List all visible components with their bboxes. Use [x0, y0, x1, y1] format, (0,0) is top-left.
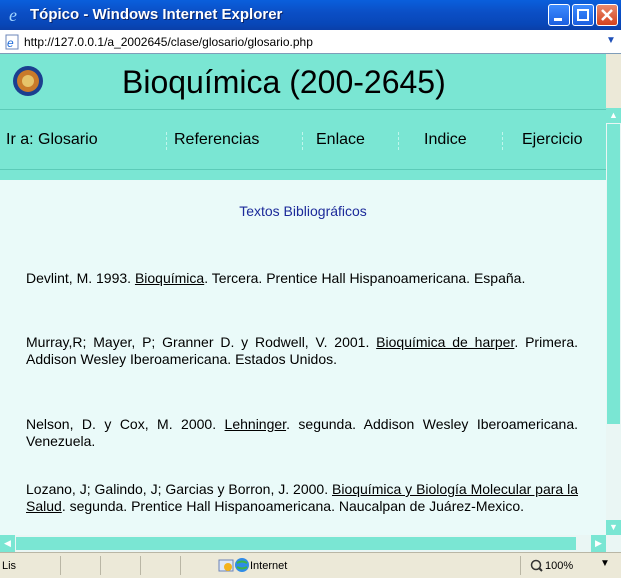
zoom-level[interactable]: 100% — [545, 560, 573, 572]
maximize-button[interactable] — [572, 4, 594, 26]
nav-separator — [398, 132, 399, 150]
status-divider — [100, 556, 101, 575]
nav-separator — [502, 132, 503, 150]
nav-subband — [0, 169, 606, 180]
horizontal-scroll-thumb[interactable] — [16, 537, 576, 550]
reference-link[interactable]: Bioquímica de harper — [376, 334, 514, 350]
horizontal-scrollbar[interactable]: ◀ ▶ — [0, 535, 606, 552]
reference-link[interactable]: Lehninger — [225, 416, 287, 432]
nav-enlace[interactable]: Enlace — [316, 131, 365, 149]
nav-separator — [166, 132, 167, 150]
reference-item: Nelson, D. y Cox, M. 2000. Lehninger. se… — [26, 416, 578, 450]
university-seal-icon — [13, 66, 43, 96]
zoom-icon[interactable] — [530, 559, 543, 572]
vertical-scrollbar[interactable]: ▲ ▼ — [606, 108, 621, 552]
status-divider — [180, 556, 181, 575]
minimize-button[interactable] — [548, 4, 570, 26]
close-icon — [601, 9, 613, 21]
page-content: Bioquímica (200-2645) Ir a: Glosario Ref… — [0, 54, 606, 552]
site-header: Bioquímica (200-2645) — [0, 54, 606, 109]
address-bar[interactable]: e http://127.0.0.1/a_2002645/clase/glosa… — [0, 30, 621, 54]
nav-glosario[interactable]: Ir a: Glosario — [6, 131, 98, 149]
security-zone: Internet — [250, 560, 288, 572]
svg-text:e: e — [9, 6, 17, 24]
zoom-dropdown-icon[interactable]: ▼ — [600, 558, 610, 569]
section-title: Textos Bibliográficos — [239, 203, 367, 219]
reference-text: Devlint, M. 1993. — [26, 270, 135, 286]
status-text: Lis — [2, 560, 17, 572]
nav-referencias[interactable]: Referencias — [174, 131, 259, 149]
minimize-icon — [554, 18, 562, 21]
nav-separator — [302, 132, 303, 150]
security-icon[interactable] — [218, 557, 234, 573]
reference-item: Murray,R; Mayer, P; Granner D. y Rodwell… — [26, 334, 578, 368]
reference-text: Nelson, D. y Cox, M. 2000. — [26, 416, 225, 432]
scroll-right-icon[interactable]: ▶ — [591, 535, 606, 552]
vertical-scroll-thumb[interactable] — [607, 124, 620, 424]
status-divider — [520, 556, 521, 575]
reference-item: Devlint, M. 1993. Bioquímica. Tercera. P… — [26, 270, 578, 287]
maximize-icon — [577, 9, 589, 21]
site-title: Bioquímica (200-2645) — [122, 64, 446, 100]
scroll-left-icon[interactable]: ◀ — [0, 535, 15, 552]
address-url[interactable]: http://127.0.0.1/a_2002645/clase/glosari… — [24, 35, 313, 49]
close-button[interactable] — [596, 4, 618, 26]
reference-text: . segunda. Prentice Hall Hispanoamerican… — [61, 498, 525, 514]
status-bar: Lis Internet 100% ▼ — [0, 552, 621, 578]
nav-bar: Ir a: Glosario Referencias Enlace Indice… — [0, 109, 606, 170]
page-icon: e — [5, 34, 19, 50]
ie-logo-icon: e — [9, 6, 17, 24]
scroll-down-icon[interactable]: ▼ — [606, 520, 621, 535]
reference-text: Lozano, J; Galindo, J; Garcias y Borron,… — [26, 481, 332, 497]
reference-text: Murray,R; Mayer, P; Granner D. y Rodwell… — [26, 334, 377, 350]
reference-text: . Tercera. Prentice Hall Hispanoamerican… — [204, 270, 526, 286]
svg-text:e: e — [7, 36, 14, 50]
window-titlebar: e Tópico - Windows Internet Explorer — [0, 0, 621, 30]
scroll-up-icon[interactable]: ▲ — [606, 108, 621, 123]
window-title: Tópico - Windows Internet Explorer — [30, 6, 283, 23]
status-divider — [60, 556, 61, 575]
reference-item: Lozano, J; Galindo, J; Garcias y Borron,… — [26, 481, 578, 515]
status-divider — [140, 556, 141, 575]
globe-icon — [235, 558, 249, 572]
nav-ejercicio[interactable]: Ejercicio — [522, 131, 582, 149]
nav-indice[interactable]: Indice — [424, 131, 467, 149]
chevron-down-icon[interactable]: ▼ — [603, 33, 619, 49]
reference-link[interactable]: Bioquímica — [135, 270, 204, 286]
